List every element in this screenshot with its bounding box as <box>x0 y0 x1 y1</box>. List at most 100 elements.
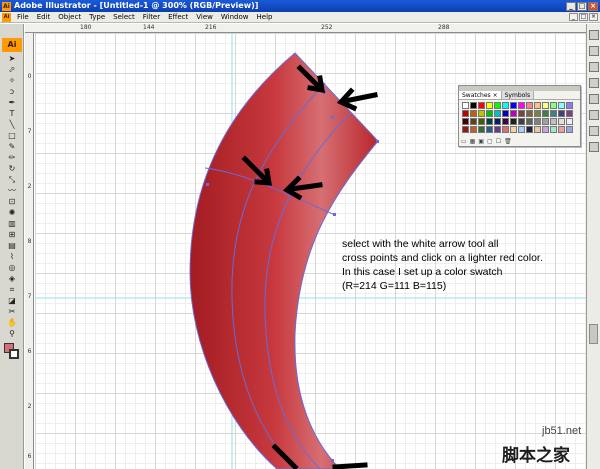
warp-tool-icon[interactable]: 〰 <box>2 186 22 196</box>
maximize-button[interactable]: □ <box>577 1 587 11</box>
horizontal-ruler[interactable]: 180 144 216 252 288 <box>25 24 586 33</box>
color-swatch[interactable] <box>542 102 549 109</box>
paintbrush-icon[interactable]: ✎ <box>2 142 22 152</box>
color-swatch[interactable] <box>470 110 477 117</box>
scissors-icon[interactable]: ✂ <box>2 307 22 317</box>
navigator-icon[interactable] <box>589 30 599 40</box>
color-swatch[interactable] <box>470 102 477 109</box>
scale-tool-icon[interactable]: ⤡ <box>2 175 22 185</box>
gradient-tool-icon[interactable]: ▤ <box>2 241 22 251</box>
color-swatch[interactable] <box>566 118 573 125</box>
color-swatch[interactable] <box>566 110 573 117</box>
vertical-ruler[interactable]: 0 7 2 8 7 6 2 6 <box>25 33 34 469</box>
color-swatch[interactable] <box>526 118 533 125</box>
color-swatch[interactable] <box>510 126 517 133</box>
graph-tool-icon[interactable]: ▥ <box>2 219 22 229</box>
color-swatch[interactable] <box>518 102 525 109</box>
transparency-icon[interactable] <box>589 94 599 104</box>
menu-type[interactable]: Type <box>89 12 105 23</box>
color-swatch[interactable] <box>558 126 565 133</box>
color-swatch[interactable] <box>566 126 573 133</box>
live-paint-icon[interactable]: ◈ <box>2 274 22 284</box>
menu-filter[interactable]: Filter <box>143 12 160 23</box>
color-swatch[interactable] <box>550 118 557 125</box>
menu-view[interactable]: View <box>196 12 213 23</box>
color-swatch[interactable] <box>486 118 493 125</box>
tab-swatches[interactable]: Swatches × <box>459 91 502 99</box>
color-swatch[interactable] <box>478 126 485 133</box>
color-swatch[interactable] <box>478 118 485 125</box>
delete-swatch-icon[interactable]: 🗑 <box>504 138 512 145</box>
color-swatch[interactable] <box>550 126 557 133</box>
color-swatch[interactable] <box>510 118 517 125</box>
color-swatch[interactable] <box>478 102 485 109</box>
pencil-icon[interactable]: ✏ <box>2 153 22 163</box>
color-swatch[interactable] <box>526 102 533 109</box>
blend-tool-icon[interactable]: ◎ <box>2 263 22 273</box>
color-swatch[interactable] <box>478 110 485 117</box>
selection-tool-icon[interactable]: ➤ <box>2 54 22 64</box>
color-swatch[interactable] <box>534 118 541 125</box>
rectangle-tool-icon[interactable]: □ <box>2 131 22 141</box>
color-swatch[interactable] <box>542 110 549 117</box>
swatch-options-icon[interactable]: ▢ <box>487 138 493 145</box>
color-swatch[interactable] <box>502 110 509 117</box>
menu-edit[interactable]: Edit <box>37 12 51 23</box>
color-swatch[interactable] <box>518 126 525 133</box>
color-swatch[interactable] <box>558 110 565 117</box>
swatch-libraries-icon[interactable]: ▦ <box>470 138 476 145</box>
menu-file[interactable]: File <box>17 12 29 23</box>
color-swatch[interactable] <box>518 110 525 117</box>
rotate-tool-icon[interactable]: ↻ <box>2 164 22 174</box>
color-swatch[interactable] <box>510 110 517 117</box>
mesh-tool-icon[interactable]: ⊞ <box>2 230 22 240</box>
minimize-button[interactable]: _ <box>566 1 576 11</box>
fill-stroke-widget[interactable] <box>0 343 23 365</box>
menu-help[interactable]: Help <box>257 12 273 23</box>
menu-effect[interactable]: Effect <box>168 12 188 23</box>
color-swatch[interactable] <box>558 102 565 109</box>
color-swatch[interactable] <box>550 102 557 109</box>
color-swatch[interactable] <box>534 102 541 109</box>
close-button[interactable]: × <box>588 1 598 11</box>
color-swatch[interactable] <box>502 126 509 133</box>
swatches-panel[interactable]: Swatches × Symbols ▭ ▦ ▣ ▢ ☐ 🗑 <box>458 85 581 147</box>
color-swatch[interactable] <box>494 102 501 109</box>
show-all-swatches-icon[interactable]: ▭ <box>461 138 467 145</box>
stroke-icon[interactable] <box>589 62 599 72</box>
color-swatch[interactable] <box>518 118 525 125</box>
lasso-icon[interactable]: ↄ <box>2 87 22 97</box>
free-transform-icon[interactable]: ⊡ <box>2 197 22 207</box>
color-swatch[interactable] <box>550 110 557 117</box>
zoom-tool-icon[interactable]: ⚲ <box>2 329 22 339</box>
color-swatch[interactable] <box>534 126 541 133</box>
color-swatch[interactable] <box>470 118 477 125</box>
layers-icon[interactable] <box>589 126 599 136</box>
appearance-icon[interactable] <box>589 110 599 120</box>
color-icon[interactable] <box>589 46 599 56</box>
vertical-scrollbar-thumb[interactable] <box>589 324 598 344</box>
color-swatch[interactable] <box>486 126 493 133</box>
symbol-sprayer-icon[interactable]: ✺ <box>2 208 22 218</box>
color-swatch[interactable] <box>510 102 517 109</box>
color-swatch[interactable] <box>486 102 493 109</box>
new-swatch-icon[interactable]: ☐ <box>496 138 501 145</box>
color-swatch[interactable] <box>566 102 573 109</box>
eyedropper-icon[interactable]: ⌇ <box>2 252 22 262</box>
color-swatch[interactable] <box>558 118 565 125</box>
color-swatch[interactable] <box>494 118 501 125</box>
color-swatch[interactable] <box>542 118 549 125</box>
menu-object[interactable]: Object <box>58 12 81 23</box>
color-swatch[interactable] <box>534 110 541 117</box>
color-swatch[interactable] <box>502 102 509 109</box>
color-swatch[interactable] <box>494 126 501 133</box>
color-swatch[interactable] <box>526 110 533 117</box>
direct-selection-tool-icon[interactable]: ⬀ <box>2 65 22 75</box>
show-swatch-kinds-icon[interactable]: ▣ <box>478 138 484 145</box>
tab-symbols[interactable]: Symbols <box>501 91 535 99</box>
stroke-swatch[interactable] <box>9 349 19 359</box>
hand-tool-icon[interactable]: ✋ <box>2 318 22 328</box>
line-tool-icon[interactable]: ╲ <box>2 120 22 130</box>
color-swatch[interactable] <box>542 126 549 133</box>
color-swatch[interactable] <box>470 126 477 133</box>
